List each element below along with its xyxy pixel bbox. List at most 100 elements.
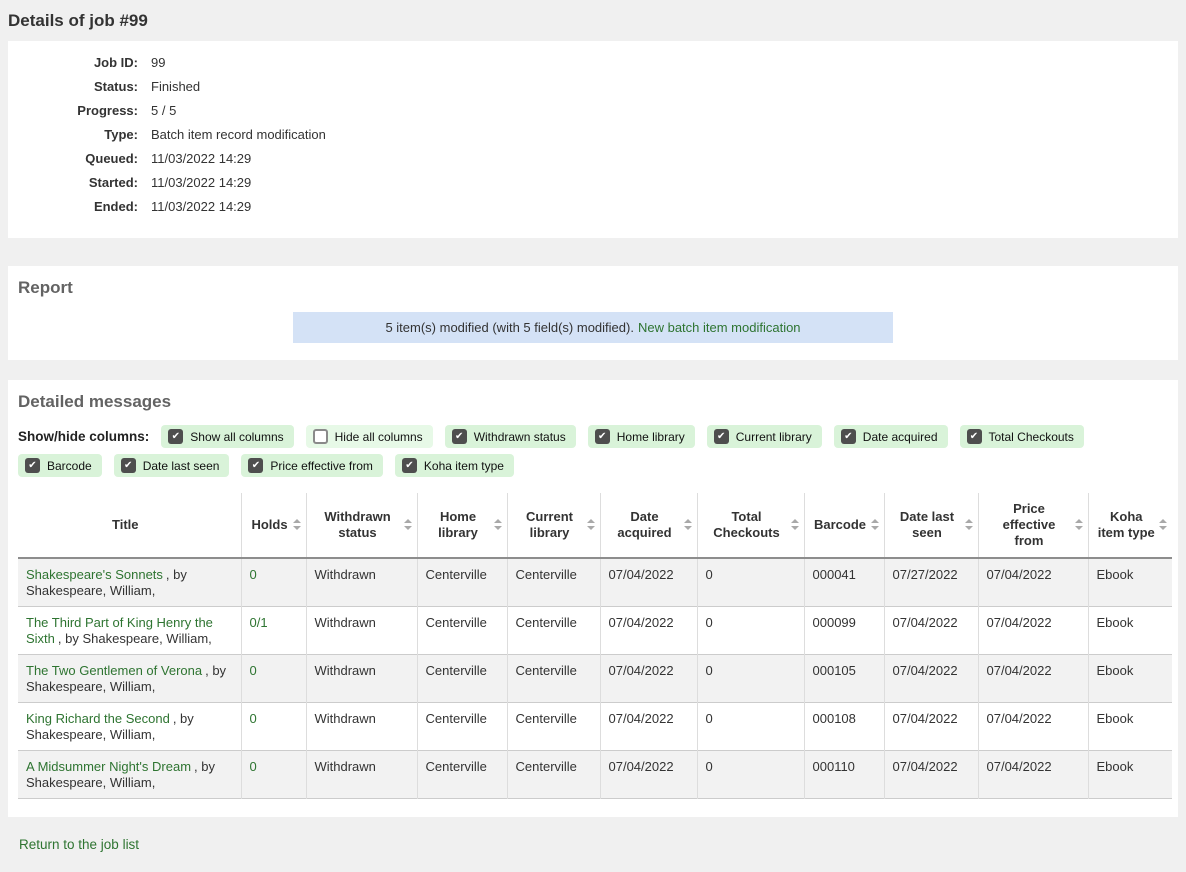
column-header-label: Holds [251,517,287,532]
column-toggle[interactable]: Barcode [18,454,102,477]
home-library-cell: Centerville [417,607,507,655]
date-last-seen-cell: 07/04/2022 [884,703,978,751]
withdrawn-status-cell: Withdrawn [306,558,417,607]
home-library-cell: Centerville [417,751,507,799]
barcode-cell: 000105 [804,655,884,703]
job-field-label: Status: [18,79,138,94]
title-cell: Shakespeare's Sonnets, by Shakespeare, W… [18,558,241,607]
title-byline: , by Shakespeare, William, [58,631,212,646]
column-toggle-label: Withdrawn status [474,430,566,444]
date-last-seen-cell: 07/04/2022 [884,607,978,655]
title-cell: A Midsummer Night's Dream, by Shakespear… [18,751,241,799]
sort-icon [293,519,301,530]
column-toggle[interactable]: Date last seen [114,454,230,477]
table-row: The Third Part of King Henry the Sixth, … [18,607,1172,655]
column-toggle[interactable]: Home library [588,425,695,448]
total-checkouts-cell: 0 [697,558,804,607]
checkbox-icon [168,429,183,444]
report-message-box: 5 item(s) modified (with 5 field(s) modi… [293,312,893,343]
column-toggle[interactable]: Hide all columns [306,425,433,448]
date-last-seen-cell: 07/04/2022 [884,655,978,703]
column-header[interactable]: Home library [417,493,507,558]
withdrawn-status-cell: Withdrawn [306,703,417,751]
total-checkouts-cell: 0 [697,655,804,703]
column-header[interactable]: Current library [507,493,600,558]
column-toggle-label: Date last seen [143,459,220,473]
column-toggle[interactable]: Price effective from [241,454,382,477]
holds-link[interactable]: 0 [250,663,257,678]
column-toggle-label: Home library [617,430,685,444]
detailed-messages-panel: Detailed messages Show/hide columns: Sho… [8,380,1178,817]
column-toggle[interactable]: Show all columns [161,425,293,448]
current-library-cell: Centerville [507,751,600,799]
column-toggle[interactable]: Withdrawn status [445,425,576,448]
column-header-label: Withdrawn status [324,509,390,540]
column-header[interactable]: Withdrawn status [306,493,417,558]
title-link[interactable]: Shakespeare's Sonnets [26,567,163,582]
column-header-label: Date last seen [900,509,954,540]
column-header[interactable]: Koha item type [1088,493,1172,558]
checkbox-icon [248,458,263,473]
koha-item-type-cell: Ebook [1088,558,1172,607]
column-toggle[interactable]: Koha item type [395,454,514,477]
total-checkouts-cell: 0 [697,703,804,751]
title-link[interactable]: King Richard the Second [26,711,170,726]
column-header[interactable]: Holds [241,493,306,558]
column-toggle-label: Hide all columns [335,430,423,444]
return-to-job-list-link[interactable]: Return to the job list [19,837,139,852]
checkbox-icon [121,458,136,473]
page-title: Details of job #99 [0,0,1186,41]
title-link[interactable]: A Midsummer Night's Dream [26,759,191,774]
barcode-cell: 000099 [804,607,884,655]
job-field-value: Batch item record modification [151,127,326,142]
column-toggle[interactable]: Date acquired [834,425,948,448]
koha-item-type-cell: Ebook [1088,751,1172,799]
column-toggle[interactable]: Total Checkouts [960,425,1084,448]
job-field-value: 99 [151,55,165,70]
current-library-cell: Centerville [507,558,600,607]
column-header-label: Title [112,517,139,532]
job-field: Started: 11/03/2022 14:29 [18,175,1168,190]
sort-icon [1075,519,1083,530]
checkbox-icon [402,458,417,473]
show-hide-columns-label: Show/hide columns: [18,429,149,444]
holds-link[interactable]: 0 [250,567,257,582]
column-header-label: Price effective from [1003,501,1056,548]
column-toggle[interactable]: Current library [707,425,822,448]
job-field: Ended: 11/03/2022 14:29 [18,199,1168,214]
koha-item-type-cell: Ebook [1088,607,1172,655]
job-field: Queued: 11/03/2022 14:29 [18,151,1168,166]
date-last-seen-cell: 07/04/2022 [884,751,978,799]
sort-icon [587,519,595,530]
table-row: Shakespeare's Sonnets, by Shakespeare, W… [18,558,1172,607]
column-toggle-label: Current library [736,430,812,444]
checkbox-icon [841,429,856,444]
title-cell: King Richard the Second, by Shakespeare,… [18,703,241,751]
koha-item-type-cell: Ebook [1088,703,1172,751]
column-header: Title [18,493,241,558]
checkbox-icon [714,429,729,444]
job-field-label: Ended: [18,199,138,214]
date-last-seen-cell: 07/27/2022 [884,558,978,607]
column-header[interactable]: Date acquired [600,493,697,558]
current-library-cell: Centerville [507,703,600,751]
sort-icon [1159,519,1167,530]
holds-link[interactable]: 0 [250,759,257,774]
column-header[interactable]: Price effective from [978,493,1088,558]
column-header[interactable]: Barcode [804,493,884,558]
report-message-text: 5 item(s) modified (with 5 field(s) modi… [385,320,634,335]
holds-link[interactable]: 0/1 [250,615,268,630]
new-batch-item-modification-link[interactable]: New batch item modification [638,320,801,335]
job-field-label: Progress: [18,103,138,118]
title-link[interactable]: The Two Gentlemen of Verona [26,663,202,678]
barcode-cell: 000108 [804,703,884,751]
column-header[interactable]: Total Checkouts [697,493,804,558]
sort-icon [871,519,879,530]
table-row: King Richard the Second, by Shakespeare,… [18,703,1172,751]
column-toggle-label: Barcode [47,459,92,473]
column-header[interactable]: Date last seen [884,493,978,558]
price-effective-from-cell: 07/04/2022 [978,558,1088,607]
holds-link[interactable]: 0 [250,711,257,726]
page-footer: Return to the job list [0,817,1186,872]
table-row: The Two Gentlemen of Verona, by Shakespe… [18,655,1172,703]
